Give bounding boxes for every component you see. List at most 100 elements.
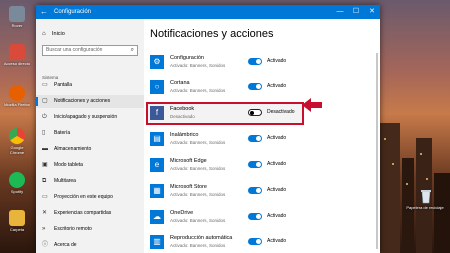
edge-icon: e bbox=[150, 158, 164, 172]
app-row-highlighted: f Facebook Desactivado Desactivado bbox=[146, 102, 304, 125]
info-icon: ⓘ bbox=[42, 242, 49, 248]
app-name: Microsoft Store bbox=[170, 184, 207, 190]
sidebar-item-modo-tableta[interactable]: ▣ Modo tableta bbox=[36, 159, 144, 172]
app-row: ⚙ Configuración Activado: Banners, Sonid… bbox=[150, 53, 370, 73]
sidebar-item-bateria[interactable]: ▯ Batería bbox=[36, 127, 144, 140]
desktop-icon[interactable]: Carpeta bbox=[3, 210, 31, 232]
firefox-icon bbox=[9, 85, 25, 101]
power-icon: ⏻ bbox=[42, 114, 47, 120]
minimize-icon[interactable]: — bbox=[332, 5, 348, 19]
desktop-icon-label: Mozilla Firefox bbox=[4, 102, 30, 107]
scrollbar[interactable] bbox=[376, 53, 378, 249]
notification-toggle[interactable] bbox=[248, 187, 262, 194]
gear-icon: ⚙ bbox=[150, 55, 164, 69]
multitask-icon: ⧉ bbox=[42, 178, 47, 184]
toggle-state-label: Activado bbox=[267, 135, 287, 141]
app-status: Activado: Banners, Sonidos bbox=[170, 166, 226, 171]
app-status: Activado: Banners, Sonidos bbox=[170, 88, 226, 93]
red-arrow-annotation bbox=[302, 98, 322, 112]
sidebar-item-pantalla[interactable]: ▭ Pantalla bbox=[36, 79, 144, 92]
sidebar-item-label: Proyección en este equipo bbox=[54, 194, 113, 200]
chrome-icon bbox=[9, 128, 25, 144]
recycle-bin-label: Papelera de reciclaje bbox=[406, 205, 444, 210]
sidebar-item-label: Almacenamiento bbox=[54, 146, 92, 152]
desktop-icon[interactable]: Spotify bbox=[3, 172, 31, 194]
maximize-icon[interactable]: ☐ bbox=[348, 5, 364, 19]
desktop-icon[interactable]: Rover bbox=[3, 6, 31, 28]
recycle-bin-icon[interactable] bbox=[418, 188, 434, 204]
remote-icon: » bbox=[42, 226, 46, 232]
desktop-icon-label: Google Chrome bbox=[9, 145, 25, 155]
app-status: Activado: Banners, Sonidos bbox=[170, 63, 226, 68]
sidebar-home-label: Inicio bbox=[52, 31, 65, 37]
desktop-icon-label: Spotify bbox=[10, 189, 24, 194]
sidebar-item-almacenamiento[interactable]: ▬ Almacenamiento bbox=[36, 143, 144, 156]
sidebar-item-inicio-apagado[interactable]: ⏻ Inicio/apagado y suspensión bbox=[36, 111, 144, 124]
back-arrow-icon[interactable]: ← bbox=[40, 7, 48, 17]
desktop-icon-label: Rover bbox=[11, 23, 23, 28]
sidebar-item-label: Escritorio remoto bbox=[54, 226, 92, 232]
app-status: Activado: Banners, Sonidos bbox=[170, 192, 226, 197]
sidebar-item-experiencias[interactable]: ✕ Experiencias compartidas bbox=[36, 207, 144, 220]
sidebar-item-label: Inicio/apagado y suspensión bbox=[54, 114, 118, 120]
sidebar: ⌂ Inicio Buscar una configuración ⌕ Siste… bbox=[36, 19, 144, 253]
app-row: ▤ Inalámbrico Activado: Banners, Sonidos… bbox=[150, 130, 370, 150]
spotify-icon bbox=[9, 172, 25, 188]
app-name: Microsoft Edge bbox=[170, 158, 207, 164]
notification-toggle[interactable] bbox=[248, 83, 262, 90]
app-status: Desactivado bbox=[170, 114, 195, 119]
app-row: ▦ Microsoft Store Activado: Banners, Son… bbox=[150, 182, 370, 202]
facebook-icon: f bbox=[150, 106, 164, 120]
toggle-state-label: Desactivado bbox=[267, 109, 295, 115]
notification-toggle[interactable] bbox=[248, 135, 262, 142]
shared-icon: ✕ bbox=[42, 210, 48, 216]
app-row: ○ Cortana Activado: Banners, Sonidos Act… bbox=[150, 78, 370, 98]
app-name: Facebook bbox=[170, 106, 195, 112]
page-title: Notificaciones y acciones bbox=[150, 28, 274, 40]
notification-toggle[interactable] bbox=[248, 161, 262, 168]
desktop-icon[interactable]: Mozilla Firefox bbox=[3, 85, 31, 107]
sidebar-item-proyeccion[interactable]: ▭ Proyección en este equipo bbox=[36, 191, 144, 204]
toggle-state-label: Activado bbox=[267, 161, 287, 167]
toggle-state-label: Activado bbox=[267, 58, 287, 64]
display-icon: ▭ bbox=[42, 82, 48, 88]
toggle-state-label: Activado bbox=[267, 238, 287, 244]
search-placeholder: Buscar una configuración bbox=[46, 47, 103, 53]
settings-window: ← Configuración — ☐ ✕ ⌂ Inicio Buscar una… bbox=[36, 5, 380, 253]
desktop-icon-label: Acceso directo bbox=[3, 61, 31, 66]
notifications-icon: ▢ bbox=[42, 98, 48, 104]
search-input[interactable]: Buscar una configuración ⌕ bbox=[42, 45, 138, 56]
desktop-icon[interactable]: Google Chrome bbox=[3, 128, 31, 155]
app-row: ☁ OneDrive Activado: Banners, Sonidos Ac… bbox=[150, 208, 370, 228]
battery-icon: ▯ bbox=[42, 130, 46, 136]
sidebar-home[interactable]: ⌂ Inicio bbox=[42, 31, 65, 37]
app-name: Cortana bbox=[170, 80, 190, 86]
app-name: OneDrive bbox=[170, 210, 194, 216]
notification-toggle[interactable] bbox=[248, 238, 262, 245]
sidebar-item-acerca-de[interactable]: ⓘ Acerca de bbox=[36, 239, 144, 252]
search-icon: ⌕ bbox=[130, 47, 134, 53]
notification-toggle[interactable] bbox=[248, 109, 262, 116]
tablet-icon: ▣ bbox=[42, 162, 48, 168]
close-icon[interactable]: ✕ bbox=[364, 5, 380, 19]
sidebar-item-escritorio-remoto[interactable]: » Escritorio remoto bbox=[36, 223, 144, 236]
app-status: Activado: Banners, Sonidos bbox=[170, 243, 226, 248]
sidebar-item-multitarea[interactable]: ⧉ Multitarea bbox=[36, 175, 144, 188]
app-name: Inalámbrico bbox=[170, 132, 199, 138]
main-content: Notificaciones y acciones ⚙ Configuració… bbox=[144, 19, 380, 253]
notification-toggle[interactable] bbox=[248, 58, 262, 65]
notification-toggle[interactable] bbox=[248, 213, 262, 220]
window-title: Configuración bbox=[54, 9, 92, 15]
autoplay-icon: ▥ bbox=[150, 235, 164, 249]
app-row: e Microsoft Edge Activado: Banners, Soni… bbox=[150, 156, 370, 176]
store-icon: ▦ bbox=[150, 184, 164, 198]
toggle-state-label: Activado bbox=[267, 213, 287, 219]
sidebar-item-label: Modo tableta bbox=[54, 162, 83, 168]
projection-icon: ▭ bbox=[42, 194, 48, 200]
wireless-icon: ▤ bbox=[150, 132, 164, 146]
onedrive-icon: ☁ bbox=[150, 210, 164, 224]
sidebar-item-label: Acerca de bbox=[54, 242, 77, 248]
desktop-icon[interactable]: Acceso directo bbox=[3, 44, 31, 66]
toggle-state-label: Activado bbox=[267, 187, 287, 193]
sidebar-item-notificaciones[interactable]: ▢ Notificaciones y acciones bbox=[36, 95, 144, 108]
